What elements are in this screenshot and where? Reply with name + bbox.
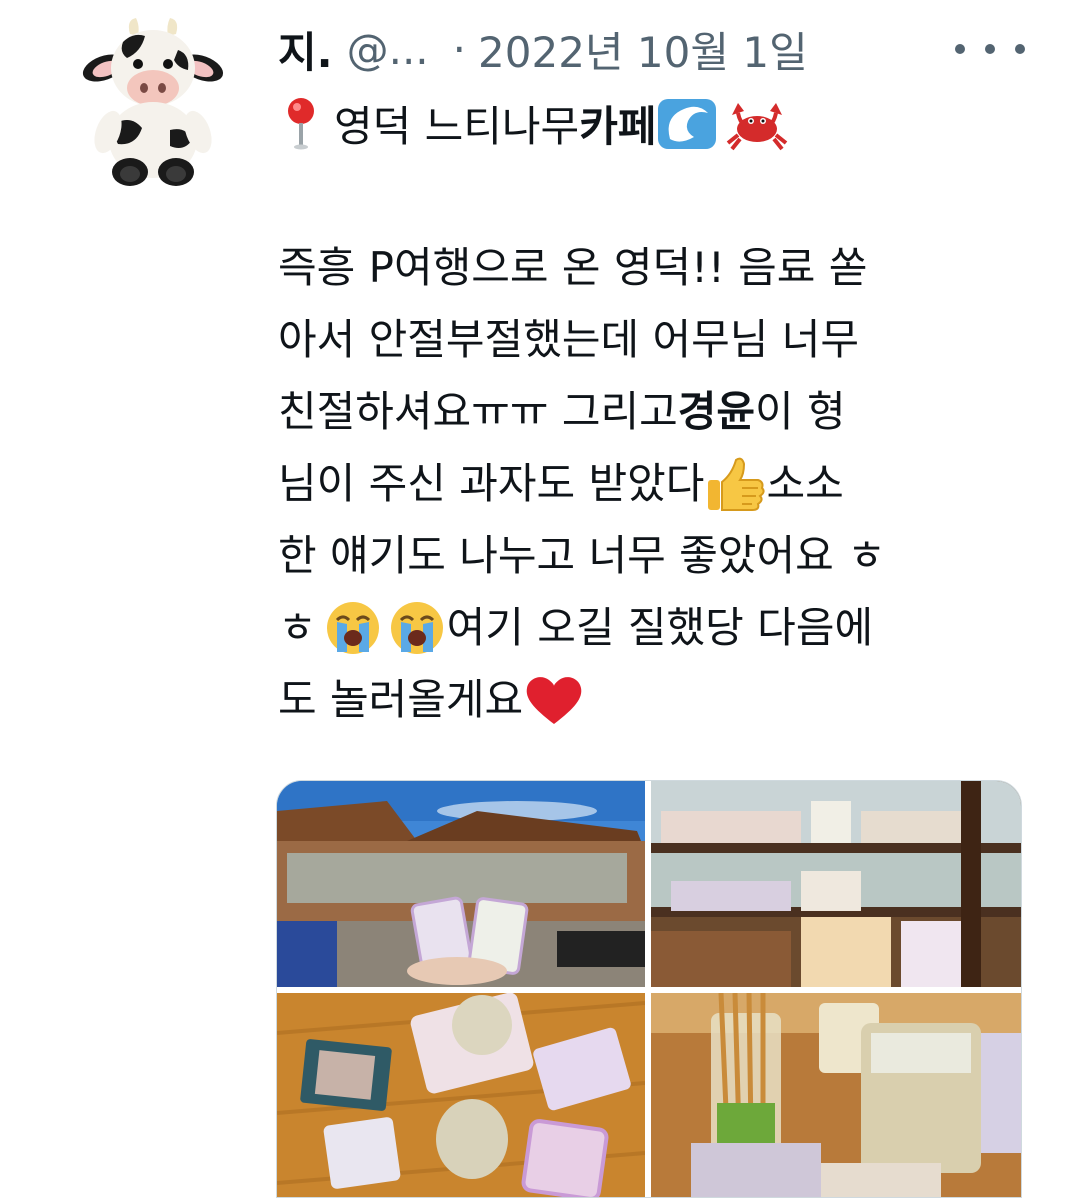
body-text: 아서 안절부절했는데 어무님 너무 (278, 315, 860, 364)
loudly-crying-face-icon (390, 602, 443, 654)
body-line: 아서 안절부절했는데 어무님 너무 (278, 304, 1038, 376)
title-text: 영덕 느티나무 (334, 101, 580, 151)
red-heart-icon (526, 677, 582, 724)
body-line: 님이 주신 과자도 받았다 소소 (278, 448, 1038, 520)
cow-plush-avatar-icon (82, 18, 224, 186)
body-text: 친절하셔요ㅠㅠ 그리고 (278, 387, 678, 436)
display-name[interactable]: 지. (278, 19, 333, 80)
media-grid (276, 780, 1022, 1198)
loudly-crying-face-icon (326, 602, 379, 654)
table-drinks-image (277, 993, 645, 1197)
drinks-closeup-photo[interactable] (651, 993, 1021, 1197)
body-text: 여기 오길 질했당 다음에 (446, 603, 874, 652)
body-text: 소소 (766, 459, 844, 508)
body-text: 즉흥 P여행으로 온 영덕!! 음료 쏟 (278, 243, 868, 292)
cafe-interior-image (651, 781, 1021, 987)
tweet-header: 지. @... · 2022년 10월 1일 (278, 14, 1048, 84)
tweet-date[interactable]: 2022년 10월 1일 (478, 19, 808, 80)
more-options-icon (955, 44, 965, 54)
crab-icon (727, 103, 788, 151)
body-line: 한 얘기도 나누고 너무 좋았어요 ㅎ (278, 520, 1038, 592)
more-options-icon (985, 44, 995, 54)
body-line: 즉흥 P여행으로 온 영덕!! 음료 쏟 (278, 232, 1038, 304)
user-handle[interactable]: @... (347, 25, 429, 74)
tweet-body: 즉흥 P여행으로 온 영덕!! 음료 쏟 아서 안절부절했는데 어무님 너무 친… (278, 232, 1038, 736)
body-text: 님이 주신 과자도 받았다 (278, 459, 705, 508)
cafe-interior-shelf-photo[interactable] (651, 781, 1021, 987)
round-pushpin-icon (288, 98, 314, 150)
body-text: 한 얘기도 나누고 너무 좋았어요 ㅎ (278, 531, 886, 580)
drinks-closeup-image (651, 993, 1021, 1197)
body-line: 친절하셔요ㅠㅠ 그리고 경윤 이 형 (278, 376, 1038, 448)
body-text: 이 형 (755, 387, 846, 436)
water-wave-icon (658, 99, 717, 149)
body-bold-text: 경윤 (677, 387, 756, 436)
cafe-exterior-image (277, 781, 645, 987)
body-text: 도 놀러올게요 (278, 675, 524, 724)
tweet-title: 영덕 느티나무 카페 (278, 88, 790, 158)
more-options-button[interactable] (955, 34, 1025, 64)
table-drinks-photo[interactable] (277, 993, 645, 1197)
body-line: 도 놀러올게요 (278, 664, 1038, 736)
body-line: ㅎ 여기 오길 질했당 다음에 (278, 592, 1038, 664)
more-options-icon (1015, 44, 1025, 54)
separator: · (452, 24, 467, 74)
body-text: ㅎ (278, 603, 317, 652)
title-bold-text: 카페 (579, 101, 657, 151)
thumbs-up-icon (708, 457, 766, 511)
avatar[interactable] (78, 12, 228, 192)
cafe-exterior-photo[interactable] (277, 781, 645, 987)
